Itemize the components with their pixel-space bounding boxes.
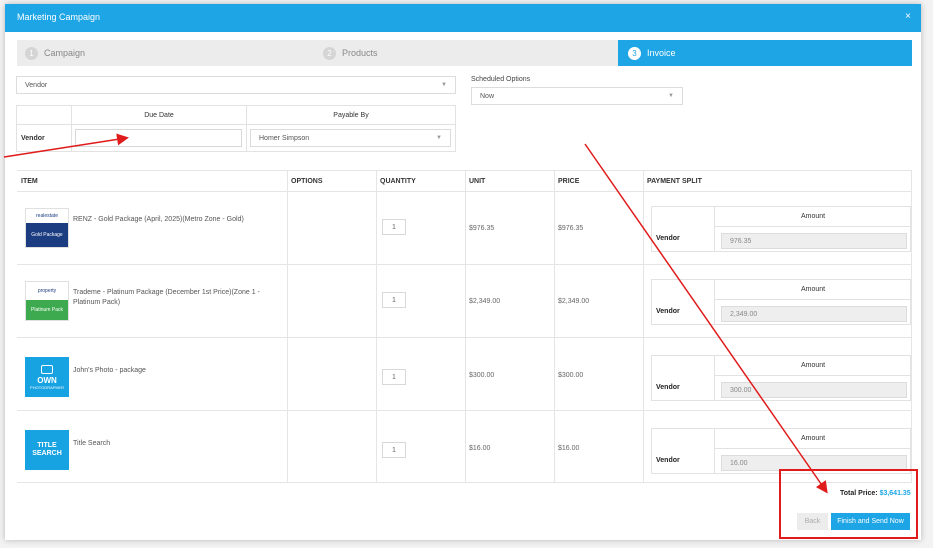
payment-split: Amount Vendor 16.00	[651, 428, 911, 474]
item-name: RENZ - Gold Package (April, 2025)(Metro …	[73, 216, 244, 223]
chevron-down-icon: ▼	[436, 135, 442, 141]
row-divider	[17, 191, 912, 192]
modal-header: Marketing Campaign ×	[5, 4, 921, 32]
wizard-steps: 1 Campaign 2 Products 3 Invoice	[17, 40, 912, 66]
vendor-select-value: Vendor	[25, 81, 48, 89]
step-number: 1	[25, 46, 38, 60]
step-label: Invoice	[647, 48, 676, 58]
column-header-payment-split: PAYMENT SPLIT	[647, 177, 702, 185]
own-photographer-thumbnail: OWN PHOTOGRAPHER	[25, 357, 69, 397]
column-divider	[465, 171, 466, 483]
step-products[interactable]: 2 Products	[323, 40, 613, 66]
modal-title: Marketing Campaign	[17, 12, 101, 22]
vendor-select[interactable]: Vendor ▼	[16, 76, 456, 94]
amount-header: Amount	[714, 356, 911, 376]
payable-by-value: Homer Simpson	[259, 134, 310, 142]
title-search-thumbnail: TITLE SEARCH	[25, 430, 69, 470]
split-divider	[714, 300, 715, 325]
price: $16.00	[558, 445, 580, 452]
split-vendor-label: Vendor	[656, 308, 680, 315]
items-table: ITEM OPTIONS QUANTITY UNIT PRICE PAYMENT…	[17, 170, 912, 483]
item-name: John's Photo - package	[73, 367, 146, 374]
quantity-input[interactable]: 1	[382, 219, 406, 235]
column-header-options: OPTIONS	[291, 177, 323, 185]
due-date-header: Due Date	[71, 105, 247, 125]
payment-split: Amount Vendor 300.00	[651, 355, 911, 401]
column-header-quantity: QUANTITY	[380, 177, 416, 185]
payable-by-select[interactable]: Homer Simpson ▼	[250, 129, 451, 147]
split-amount-input[interactable]: 2,349.00	[721, 306, 907, 322]
chevron-down-icon: ▼	[668, 93, 674, 99]
payment-split: Amount Vendor 976.35	[651, 206, 911, 252]
split-vendor-label: Vendor	[656, 457, 680, 464]
chevron-down-icon: ▼	[441, 82, 447, 88]
unit-price: $300.00	[469, 372, 495, 379]
split-amount-input[interactable]: 300.00	[721, 382, 907, 398]
item-name: Trademe - Platinum Package (December 1st…	[73, 289, 260, 306]
unit-price: $976.35	[469, 225, 495, 232]
quantity-input[interactable]: 1	[382, 442, 406, 458]
step-number: 3	[628, 46, 641, 60]
thumb-brand: realestate	[26, 209, 68, 223]
split-divider	[714, 449, 715, 474]
row-divider	[17, 482, 912, 483]
scheduled-options-value: Now	[480, 92, 495, 100]
amount-header: Amount	[714, 429, 911, 449]
split-vendor-label: Vendor	[656, 384, 680, 391]
payable-by-header: Payable By	[246, 105, 456, 125]
split-divider	[714, 227, 715, 252]
split-vendor-label: Vendor	[656, 235, 680, 242]
amount-header: Amount	[714, 207, 911, 227]
payment-split: Amount Vendor 2,349.00	[651, 279, 911, 325]
step-campaign[interactable]: 1 Campaign	[25, 40, 315, 66]
camera-icon	[41, 364, 53, 374]
due-date-input[interactable]	[75, 129, 242, 147]
thumb-label: PHOTOGRAPHER	[30, 384, 64, 390]
thumb-label: SEARCH	[32, 450, 62, 457]
amount-header: Amount	[714, 280, 911, 300]
column-header-price: PRICE	[558, 177, 580, 185]
column-divider	[554, 171, 555, 483]
column-divider	[376, 171, 377, 483]
unit-price: $16.00	[469, 445, 491, 452]
price: $2,349.00	[558, 298, 590, 305]
column-divider	[643, 171, 644, 483]
scheduled-options-select[interactable]: Now ▼	[471, 87, 683, 105]
quantity-input[interactable]: 1	[382, 292, 406, 308]
close-icon[interactable]: ×	[905, 11, 911, 22]
trademe-platinum-thumbnail: property Platinum Pack	[25, 281, 69, 321]
column-divider	[911, 171, 912, 483]
grid-empty-header	[16, 105, 72, 125]
row-divider	[17, 337, 912, 338]
step-number: 2	[323, 46, 336, 60]
column-header-unit: UNIT	[469, 177, 486, 185]
vendor-row-label: Vendor	[16, 124, 72, 152]
column-divider	[287, 171, 288, 483]
quantity-input[interactable]: 1	[382, 369, 406, 385]
thumb-label: Platinum Pack	[26, 300, 68, 320]
annotation-highlight-box	[779, 469, 918, 539]
renz-gold-thumbnail: realestate Gold Package	[25, 208, 69, 248]
split-divider	[714, 376, 715, 401]
step-invoice[interactable]: 3 Invoice	[618, 40, 912, 66]
marketing-campaign-modal: Marketing Campaign × 1 Campaign 2 Produc…	[5, 4, 921, 540]
price: $976.35	[558, 225, 584, 232]
step-label: Campaign	[44, 48, 86, 58]
thumb-brand: property	[26, 282, 68, 300]
item-name: Title Search	[73, 440, 111, 447]
row-divider	[17, 264, 912, 265]
thumb-brand: TITLE	[37, 442, 57, 449]
step-label: Products	[342, 48, 378, 58]
row-divider	[17, 410, 912, 411]
split-amount-input[interactable]: 976.35	[721, 233, 907, 249]
scheduled-options-label: Scheduled Options	[471, 76, 531, 83]
unit-price: $2,349.00	[469, 298, 501, 305]
column-header-item: ITEM	[21, 177, 38, 185]
thumb-label: Gold Package	[26, 223, 68, 247]
thumb-brand: OWN	[37, 375, 57, 385]
price: $300.00	[558, 372, 584, 379]
